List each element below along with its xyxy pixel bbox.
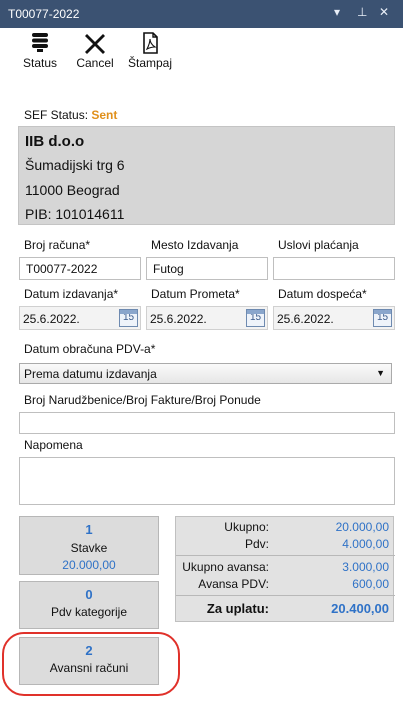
place-of-issue-field[interactable]: Futog <box>146 257 268 280</box>
vat-calc-date-select[interactable]: Prema datumu izdavanja ▼ <box>19 363 392 384</box>
amount-due-label: Za uplatu: <box>206 601 269 616</box>
company-card: IIB d.o.o Šumadijski trg 6 11000 Beograd… <box>18 126 395 225</box>
invoice-number-label: Broj računa* <box>24 238 91 252</box>
window-title: T00077-2022 <box>8 7 80 21</box>
company-street: Šumadijski trg 6 <box>25 157 125 173</box>
turnover-date-label: Datum Prometa* <box>151 287 240 301</box>
vat-calc-date-label: Datum obračuna PDV-a* <box>24 342 156 356</box>
pin-icon[interactable]: ⊥ <box>357 5 367 19</box>
order-number-label: Broj Narudžbenice/Broj Fakture/Broj Ponu… <box>24 393 261 407</box>
calendar-icon[interactable]: 15 <box>246 309 265 327</box>
advance-vat-value: 600,00 <box>352 577 389 591</box>
note-label: Napomena <box>24 438 83 452</box>
issue-date-label: Datum izdavanja* <box>24 287 119 301</box>
vat-value: 4.000,00 <box>342 537 389 551</box>
due-date-label: Datum dospeća* <box>278 287 367 301</box>
vat-label: Pdv: <box>244 537 269 551</box>
note-field[interactable] <box>19 457 395 505</box>
print-label: Štampaj <box>127 56 173 70</box>
company-city: 11000 Beograd <box>25 182 120 198</box>
totals-panel: Ukupno: 20.000,00 Pdv: 4.000,00 Ukupno a… <box>175 516 395 622</box>
vat-categories-tile[interactable]: 0 Pdv kategorije <box>19 581 159 629</box>
totals-divider <box>176 555 395 556</box>
status-button[interactable]: Status <box>14 30 66 74</box>
sef-status-value: Sent <box>91 108 118 122</box>
stack-icon <box>14 30 66 56</box>
items-count: 1 <box>85 522 93 537</box>
pdf-icon <box>124 30 176 56</box>
invoice-number-field[interactable]: T00077-2022 <box>19 257 141 280</box>
amount-due-value: 20.400,00 <box>331 601 389 616</box>
advance-total-value: 3.000,00 <box>342 560 389 574</box>
close-icon[interactable]: ✕ <box>379 5 389 19</box>
items-amount: 20.000,00 <box>62 558 116 572</box>
sef-status: SEF Status: Sent <box>24 108 117 122</box>
turnover-date-value: 25.6.2022. <box>150 312 207 326</box>
status-label: Status <box>22 56 58 70</box>
total-label: Ukupno: <box>224 520 269 534</box>
payment-terms-field[interactable] <box>273 257 395 280</box>
issue-date-value: 25.6.2022. <box>23 312 80 326</box>
cancel-button[interactable]: Cancel <box>69 30 121 74</box>
vat-row: Pdv: 4.000,00 <box>176 537 395 553</box>
advance-invoices-count: 2 <box>85 643 93 658</box>
sef-status-label: SEF Status: <box>24 108 89 122</box>
items-label: Stavke <box>70 541 108 555</box>
totals-divider <box>176 595 395 596</box>
x-icon <box>69 30 121 56</box>
advance-total-row: Ukupno avansa: 3.000,00 <box>176 560 395 576</box>
turnover-date-field[interactable]: 25.6.2022. 15 <box>146 306 268 330</box>
company-name: IIB d.o.o <box>25 133 85 150</box>
advance-vat-label: Avansa PDV: <box>198 577 269 591</box>
cancel-label: Cancel <box>76 56 114 70</box>
payment-terms-label: Uslovi plaćanja <box>278 238 359 252</box>
company-pib: PIB: 101014611 <box>25 206 125 222</box>
advance-vat-row: Avansa PDV: 600,00 <box>176 577 395 593</box>
calendar-icon[interactable]: 15 <box>373 309 392 327</box>
advance-invoices-label: Avansni računi <box>49 661 129 675</box>
dropdown-arrow-icon: ▼ <box>376 368 385 378</box>
place-of-issue-label: Mesto Izdavanja <box>151 238 239 252</box>
advance-total-label: Ukupno avansa: <box>182 560 269 574</box>
vat-categories-count: 0 <box>85 587 93 602</box>
vat-categories-label: Pdv kategorije <box>50 605 128 619</box>
amount-due-row: Za uplatu: 20.400,00 <box>176 601 395 617</box>
window-titlebar: T00077-2022 ▾ ⊥ ✕ <box>0 0 403 28</box>
order-number-field[interactable] <box>19 412 395 434</box>
print-button[interactable]: Štampaj <box>124 30 176 74</box>
window-menu-icon[interactable]: ▾ <box>334 5 340 19</box>
vat-calc-date-value: Prema datumu izdavanja <box>24 367 157 381</box>
total-value: 20.000,00 <box>335 520 389 534</box>
calendar-icon[interactable]: 15 <box>119 309 138 327</box>
due-date-value: 25.6.2022. <box>277 312 334 326</box>
advance-invoices-tile[interactable]: 2 Avansni računi <box>19 637 159 685</box>
issue-date-field[interactable]: 25.6.2022. 15 <box>19 306 141 330</box>
total-row: Ukupno: 20.000,00 <box>176 520 395 536</box>
due-date-field[interactable]: 25.6.2022. 15 <box>273 306 395 330</box>
items-tile[interactable]: 1 Stavke 20.000,00 <box>19 516 159 575</box>
